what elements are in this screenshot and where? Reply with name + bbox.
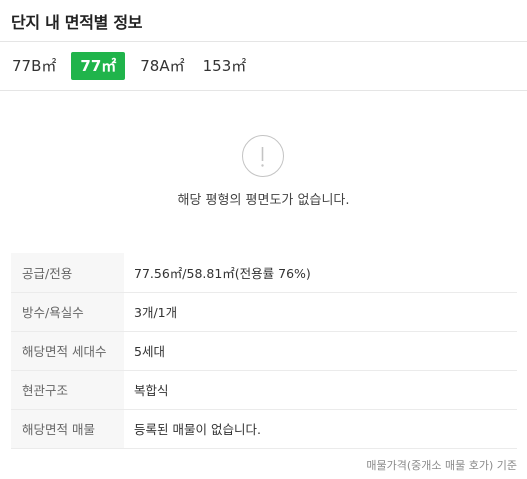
row-label: 해당면적 매물: [11, 409, 124, 448]
area-info-panel: 단지 내 면적별 정보 77B㎡ 77㎡ 78A㎡ 153㎡ 해당 평형의 평면…: [0, 0, 527, 479]
row-value: 복합식: [134, 383, 169, 398]
page-title: 단지 내 면적별 정보: [11, 13, 143, 32]
exclamation-icon: [242, 135, 284, 177]
table-row: 공급/전용 77.56㎡/58.81㎡(전용률 76%): [11, 253, 517, 292]
area-tabs: 77B㎡ 77㎡ 78A㎡ 153㎡: [0, 42, 527, 91]
row-value: 3개/1개: [134, 305, 178, 320]
floorplan-empty-state: 해당 평형의 평면도가 없습니다.: [0, 91, 527, 256]
area-info-table: 공급/전용 77.56㎡/58.81㎡(전용률 76%) 방수/욕실수 3개/1…: [11, 253, 517, 449]
row-value: 77.56㎡/58.81㎡(전용률 76%): [134, 265, 311, 281]
row-label: 현관구조: [11, 370, 124, 409]
tab-77b[interactable]: 77B㎡: [6, 52, 62, 80]
table-row: 해당면적 세대수 5세대: [11, 331, 517, 370]
tab-77[interactable]: 77㎡: [71, 52, 126, 80]
table-row: 해당면적 매물 등록된 매물이 없습니다.: [11, 409, 517, 448]
table-row: 현관구조 복합식: [11, 370, 517, 409]
row-value: 5세대: [134, 344, 165, 359]
tab-78a[interactable]: 78A㎡: [134, 52, 190, 80]
row-value: 등록된 매물이 없습니다.: [134, 422, 261, 437]
table-row: 방수/욕실수 3개/1개: [11, 292, 517, 331]
row-label: 해당면적 세대수: [11, 331, 124, 370]
price-basis-note: 매물가격(중개소 매물 호가) 기준: [366, 459, 517, 472]
floorplan-empty-message: 해당 평형의 평면도가 없습니다.: [177, 193, 350, 208]
panel-header: 단지 내 면적별 정보: [0, 0, 527, 42]
row-label: 방수/욕실수: [11, 292, 124, 331]
tab-153[interactable]: 153㎡: [197, 52, 253, 80]
row-label: 공급/전용: [11, 253, 124, 292]
